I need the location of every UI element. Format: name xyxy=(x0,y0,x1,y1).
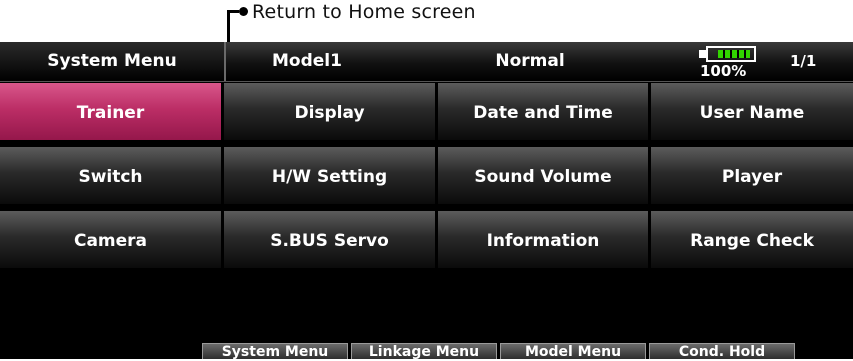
header-bar: System Menu Model1 Normal 100% 1/1 xyxy=(0,42,853,82)
system-menu-home-button[interactable]: System Menu xyxy=(0,42,226,81)
menu-button-date-and-time[interactable]: Date and Time xyxy=(438,83,651,143)
menu-button-camera[interactable]: Camera xyxy=(0,211,224,271)
battery-level-fill xyxy=(718,50,750,58)
callout-leader-line-horizontal xyxy=(227,10,239,13)
menu-button-sound-volume[interactable]: Sound Volume xyxy=(438,147,651,207)
transmitter-screen: System Menu Model1 Normal 100% 1/1 Train… xyxy=(0,42,853,360)
menu-button-sbus-servo[interactable]: S.BUS Servo xyxy=(224,211,438,271)
battery-terminal-icon xyxy=(699,50,706,58)
callout-label: Return to Home screen xyxy=(252,1,476,23)
menu-grid: Trainer Display Date and Time User Name … xyxy=(0,83,853,273)
callout-bullet-icon xyxy=(239,7,248,16)
menu-button-user-name[interactable]: User Name xyxy=(651,83,853,143)
bottom-area: System Menu Linkage Menu Model Menu Cond… xyxy=(0,273,853,360)
tab-cond-hold[interactable]: Cond. Hold xyxy=(649,343,795,360)
menu-button-range-check[interactable]: Range Check xyxy=(651,211,853,271)
tab-model-menu[interactable]: Model Menu xyxy=(500,343,646,360)
condition-name: Normal xyxy=(495,51,565,71)
menu-button-trainer[interactable]: Trainer xyxy=(0,83,224,143)
menu-button-switch[interactable]: Switch xyxy=(0,147,224,207)
menu-button-player[interactable]: Player xyxy=(651,147,853,207)
menu-button-display[interactable]: Display xyxy=(224,83,438,143)
model-name: Model1 xyxy=(272,51,342,71)
page-indicator: 1/1 xyxy=(790,52,817,70)
battery-icon xyxy=(706,46,756,62)
menu-button-information[interactable]: Information xyxy=(438,211,651,271)
battery-percent: 100% xyxy=(700,62,747,80)
tab-linkage-menu[interactable]: Linkage Menu xyxy=(351,343,497,360)
menu-button-hw-setting[interactable]: H/W Setting xyxy=(224,147,438,207)
tab-system-menu[interactable]: System Menu xyxy=(202,343,348,360)
